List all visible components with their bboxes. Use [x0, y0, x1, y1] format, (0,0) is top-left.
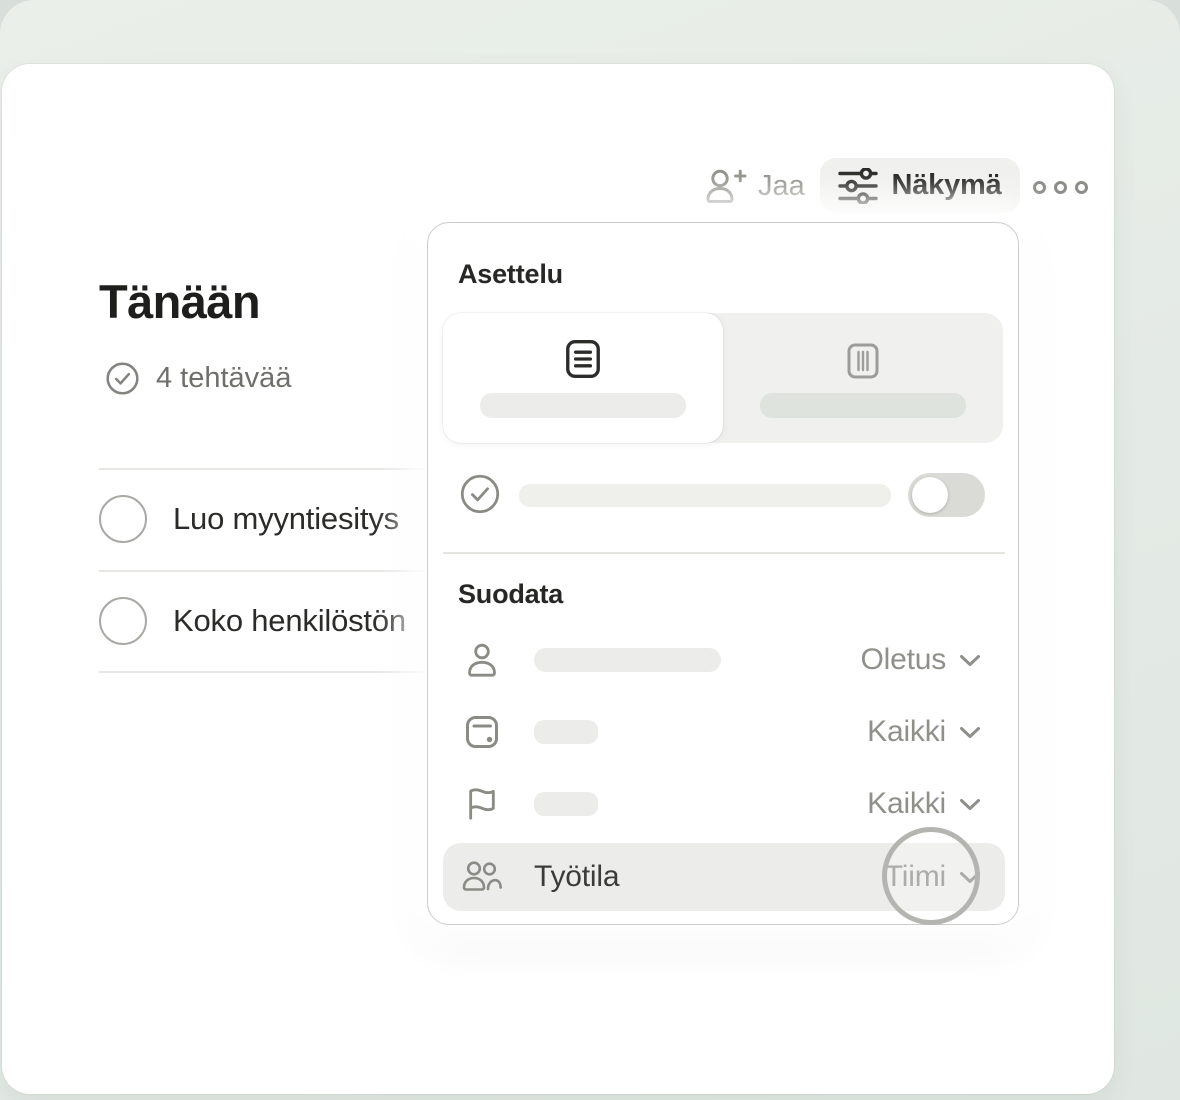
share-label: Jaa	[758, 169, 805, 202]
toggle-switch[interactable]	[908, 473, 985, 517]
more-options-button[interactable]	[1033, 179, 1088, 195]
app-card: Jaa Näkymä Tänään 4 tehtävää Luo myyntie…	[2, 64, 1114, 1094]
ellipsis-icon	[1075, 180, 1088, 194]
filter-value: Kaikki	[867, 715, 946, 748]
person-plus-icon	[703, 166, 747, 206]
view-button-label: Näkymä	[891, 169, 1002, 201]
share-button[interactable]: Jaa	[703, 164, 805, 208]
toggle-knob	[912, 477, 948, 513]
project-icon	[460, 714, 504, 750]
ellipsis-icon	[1033, 180, 1046, 194]
placeholder-bar	[534, 648, 721, 672]
filter-row-assignee[interactable]: Oletus	[443, 624, 1005, 696]
placeholder-bar	[480, 393, 686, 418]
task-title: Koko henkilöstön	[173, 603, 406, 638]
filter-row-priority[interactable]: Kaikki	[443, 768, 1005, 840]
task-row[interactable]: Luo myyntiesitys	[99, 495, 399, 543]
check-circle-icon	[105, 361, 140, 396]
filter-row-workspace[interactable]: Työtila Tiimi	[443, 843, 1005, 911]
check-circle-icon	[459, 473, 501, 515]
layout-segmented-control	[443, 313, 1003, 443]
filter-value: Oletus	[860, 643, 946, 676]
flag-icon	[460, 786, 504, 822]
filter-label: Työtila	[534, 860, 620, 893]
placeholder-bar	[519, 484, 891, 507]
filter-value: Tiimi	[884, 860, 946, 893]
view-options-popover: Asettelu Suodata Oletus Kaikki Kaikki Ty…	[427, 222, 1019, 925]
task-count-label: 4 tehtävää	[156, 362, 292, 394]
layout-option-board[interactable]	[723, 313, 1003, 443]
view-button[interactable]: Näkymä	[820, 158, 1020, 213]
window-background: Jaa Näkymä Tänään 4 tehtävää Luo myyntie…	[0, 0, 1180, 1100]
placeholder-bar	[534, 720, 598, 744]
chevron-down-icon	[959, 798, 981, 811]
filter-section-title: Suodata	[458, 579, 564, 609]
divider	[443, 552, 1005, 554]
filter-value: Kaikki	[867, 787, 946, 820]
page-title: Tänään	[99, 275, 261, 328]
task-title: Luo myyntiesitys	[173, 501, 399, 536]
list-layout-icon	[564, 338, 602, 380]
layout-option-list[interactable]	[443, 313, 723, 443]
people-icon	[460, 860, 504, 894]
placeholder-bar	[760, 393, 966, 418]
person-icon	[460, 642, 504, 678]
filter-row-project[interactable]: Kaikki	[443, 696, 1005, 768]
layout-section-title: Asettelu	[458, 259, 563, 289]
chevron-down-icon	[959, 726, 981, 739]
ellipsis-icon	[1054, 180, 1067, 194]
task-checkbox[interactable]	[99, 597, 147, 645]
sliders-icon	[838, 167, 879, 204]
chevron-down-icon	[959, 871, 981, 884]
task-count: 4 tehtävää	[105, 361, 291, 396]
task-checkbox[interactable]	[99, 495, 147, 543]
task-row[interactable]: Koko henkilöstön	[99, 597, 406, 645]
board-layout-icon	[846, 342, 880, 380]
chevron-down-icon	[959, 654, 981, 667]
placeholder-bar	[534, 792, 598, 816]
